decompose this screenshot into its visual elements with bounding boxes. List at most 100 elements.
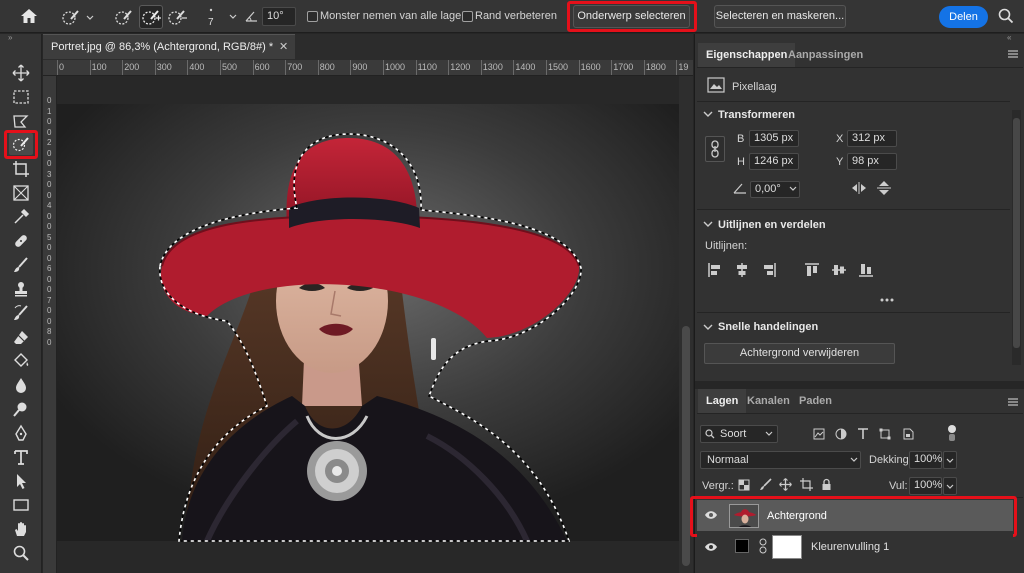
filter-smart-object-icon[interactable] — [902, 428, 914, 440]
layer-filter-dropdown[interactable]: Soort — [700, 425, 778, 443]
ruler-tick-label: 3 — [47, 169, 52, 179]
x-input[interactable]: 312 px — [847, 130, 897, 147]
close-tab-icon[interactable]: ✕ — [279, 40, 288, 53]
eye-icon[interactable] — [704, 542, 718, 552]
ruler-tick-label: 1700 — [613, 62, 634, 72]
select-and-mask-button[interactable]: Selecteren en maskeren... — [714, 5, 846, 28]
paint-bucket-tool-icon[interactable] — [9, 350, 33, 372]
opacity-input[interactable]: 100% — [909, 451, 942, 469]
chevron-down-icon[interactable] — [703, 323, 713, 331]
share-button[interactable]: Delen — [939, 6, 988, 28]
properties-scrollbar[interactable] — [1012, 110, 1021, 365]
align-bottom-icon[interactable] — [858, 262, 874, 278]
width-input[interactable]: 1305 px — [749, 130, 799, 147]
mask-link-icon[interactable] — [759, 538, 767, 554]
blur-tool-icon[interactable] — [9, 374, 33, 396]
frame-tool-icon[interactable] — [9, 182, 33, 204]
ruler-tick-label: 1300 — [482, 62, 503, 72]
eyedropper-tool-icon[interactable] — [9, 206, 33, 228]
angle-dropdown-icon[interactable] — [788, 185, 798, 193]
angle-input[interactable]: 10° — [262, 7, 296, 26]
link-dimensions-icon[interactable] — [705, 136, 725, 162]
new-selection-icon[interactable] — [113, 6, 135, 28]
fill-dropdown[interactable] — [943, 477, 957, 495]
zoom-tool-icon[interactable] — [9, 542, 33, 564]
lock-artboard-icon[interactable] — [800, 478, 813, 491]
properties-scrollbar-thumb[interactable] — [1013, 118, 1020, 348]
add-to-selection-icon[interactable] — [139, 5, 163, 29]
subtract-from-selection-icon[interactable] — [166, 6, 188, 28]
home-icon[interactable] — [19, 7, 39, 25]
document-tab-title: Portret.jpg @ 86,3% (Achtergrond, RGB/8#… — [51, 41, 274, 53]
angle-icon — [244, 9, 258, 23]
flip-horizontal-icon[interactable] — [851, 181, 867, 195]
align-vertical-center-icon[interactable] — [831, 262, 847, 278]
type-tool-icon[interactable] — [9, 446, 33, 468]
search-icon[interactable] — [998, 8, 1014, 24]
more-options-icon[interactable] — [879, 297, 895, 303]
dodge-tool-icon[interactable] — [9, 398, 33, 420]
lasso-tool-icon[interactable] — [9, 110, 33, 132]
enhance-edge-checkbox[interactable] — [462, 11, 473, 22]
pen-tool-icon[interactable] — [9, 422, 33, 444]
document-tab[interactable]: Portret.jpg @ 86,3% (Achtergrond, RGB/8#… — [43, 34, 295, 59]
canvas-scrollbar-thumb[interactable] — [682, 326, 690, 566]
filter-toggle-icon[interactable] — [946, 424, 958, 442]
sample-all-layers-checkbox[interactable] — [307, 11, 318, 22]
brush-size-picker[interactable]: 7 — [203, 4, 239, 30]
align-right-icon[interactable] — [761, 262, 777, 278]
ruler-tick-mark — [252, 60, 254, 75]
brush-tool-icon[interactable] — [9, 254, 33, 276]
filter-type-icon[interactable] — [857, 427, 869, 440]
align-label: Uitlijnen: — [705, 240, 748, 252]
collapse-toolbar-icon[interactable]: » — [8, 34, 22, 42]
marquee-tool-icon[interactable] — [9, 86, 33, 108]
ruler-tick-label: 700 — [287, 62, 303, 72]
filter-shape-icon[interactable] — [879, 428, 891, 440]
tab-adjustments[interactable]: Aanpassingen — [780, 43, 871, 67]
ruler-tick-mark — [546, 60, 547, 75]
blend-mode-dropdown[interactable]: Normaal — [700, 451, 861, 469]
properties-divider-2 — [697, 209, 1010, 210]
crop-tool-icon[interactable] — [9, 158, 33, 180]
rectangle-tool-icon[interactable] — [9, 494, 33, 516]
lock-position-icon[interactable] — [779, 478, 792, 491]
height-input[interactable]: 1246 px — [749, 153, 799, 170]
collapse-panel-icon[interactable]: « — [1007, 33, 1011, 42]
lock-all-icon[interactable] — [821, 478, 832, 491]
layers-menu-icon[interactable] — [1008, 398, 1018, 406]
fill-input[interactable]: 100% — [909, 477, 942, 495]
lock-pixels-icon[interactable] — [759, 478, 772, 491]
move-tool-icon[interactable] — [9, 62, 33, 84]
layer-row-color-fill[interactable]: Kleurenvulling 1 — [697, 531, 1013, 563]
eraser-tool-icon[interactable] — [9, 326, 33, 348]
flip-vertical-icon[interactable] — [876, 180, 892, 196]
align-horizontal-center-icon[interactable] — [734, 262, 750, 278]
ruler-tick-label: 1400 — [515, 62, 536, 72]
clone-stamp-tool-icon[interactable] — [9, 278, 33, 300]
ruler-tick-mark — [89, 60, 91, 75]
layer-mask-thumbnail — [772, 535, 802, 559]
ruler-tick-label: 900 — [352, 62, 368, 72]
y-input[interactable]: 98 px — [847, 153, 897, 170]
tab-paths[interactable]: Paden — [791, 389, 840, 413]
chevron-down-icon[interactable] — [703, 110, 713, 118]
filter-pixel-icon[interactable] — [813, 428, 825, 440]
align-left-icon[interactable] — [707, 262, 723, 278]
history-brush-tool-icon[interactable] — [9, 302, 33, 324]
ruler-tick-label: 1800 — [645, 62, 666, 72]
panel-menu-icon[interactable] — [1008, 50, 1018, 58]
chevron-down-icon[interactable] — [703, 220, 713, 228]
filter-adjustment-icon[interactable] — [835, 428, 847, 440]
healing-brush-tool-icon[interactable] — [9, 230, 33, 252]
tool-preset-picker[interactable] — [58, 7, 94, 27]
portrait-photo — [57, 76, 679, 573]
lock-transparent-icon[interactable] — [738, 479, 750, 491]
tab-channels[interactable]: Kanalen — [739, 389, 798, 413]
path-selection-tool-icon[interactable] — [9, 470, 33, 492]
opacity-dropdown[interactable] — [943, 451, 957, 469]
align-top-icon[interactable] — [804, 262, 820, 278]
hand-tool-icon[interactable] — [9, 518, 33, 540]
remove-background-button[interactable]: Achtergrond verwijderen — [704, 343, 895, 364]
canvas-area[interactable] — [57, 76, 679, 573]
